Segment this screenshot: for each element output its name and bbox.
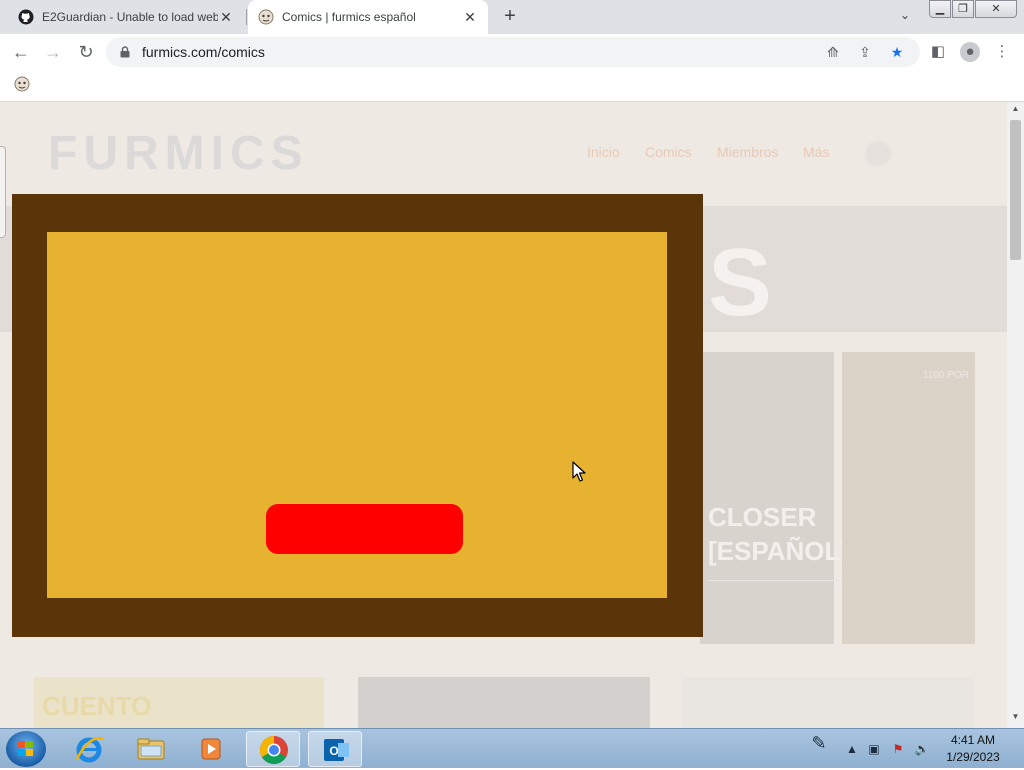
comic-card[interactable] bbox=[682, 677, 974, 728]
nav-link-comics[interactable]: Comics bbox=[645, 144, 692, 160]
nav-link-miembros[interactable]: Miembros bbox=[717, 144, 778, 160]
pen-input-icon[interactable]: ✎ bbox=[804, 734, 834, 761]
hero-title-fragment: S bbox=[708, 229, 773, 336]
user-avatar-icon[interactable] bbox=[864, 140, 892, 168]
taskbar-media-player[interactable] bbox=[184, 731, 238, 767]
mouse-cursor-icon bbox=[572, 461, 586, 482]
show-hidden-icons-icon[interactable]: ▲ bbox=[844, 741, 860, 757]
taskbar-internet-explorer[interactable] bbox=[62, 731, 116, 767]
translate-icon[interactable]: ⟰ bbox=[824, 43, 842, 61]
action-center-flag-icon[interactable]: ⚑ bbox=[890, 741, 906, 757]
back-arrow-icon[interactable]: ← bbox=[9, 40, 33, 64]
folder-icon bbox=[137, 738, 165, 760]
side-panel-icon[interactable]: ◧ bbox=[928, 42, 948, 62]
url-text[interactable]: furmics.com/comics bbox=[142, 44, 265, 60]
bookmarks-bar bbox=[0, 70, 1024, 102]
chrome-icon bbox=[260, 736, 288, 764]
vertical-scrollbar[interactable]: ▲ ▼ bbox=[1007, 102, 1024, 728]
volume-icon[interactable]: 🔈 bbox=[914, 741, 930, 757]
address-bar[interactable]: furmics.com/comics ⟰ ⇪ ★ bbox=[106, 37, 920, 67]
tab-e2guardian[interactable]: E2Guardian - Unable to load web ✕ bbox=[8, 0, 244, 34]
side-panel-handle[interactable] bbox=[0, 146, 6, 238]
github-icon bbox=[18, 9, 34, 25]
restore-button[interactable]: ❐ bbox=[952, 0, 974, 18]
comic-card-fox[interactable]: 1100 POR bbox=[842, 352, 975, 644]
page-viewport: FURMICS Inicio Comics Miembros Más S CLO… bbox=[0, 102, 1007, 728]
internet-explorer-icon bbox=[75, 737, 104, 763]
svg-text:O: O bbox=[329, 744, 338, 758]
reload-icon[interactable]: ↻ bbox=[74, 40, 98, 64]
minimize-button[interactable]: ▁ bbox=[929, 0, 951, 18]
tab-separator bbox=[246, 9, 247, 25]
tab-close-icon[interactable]: ✕ bbox=[218, 9, 234, 25]
clock-time[interactable]: 4:41 AM bbox=[936, 733, 1010, 747]
tab-comics-furmics[interactable]: Comics | furmics español ✕ bbox=[248, 0, 488, 34]
site-header: FURMICS Inicio Comics Miembros Más bbox=[0, 102, 1007, 206]
bookmark-furmics-favicon[interactable] bbox=[14, 76, 30, 92]
start-button[interactable] bbox=[6, 731, 46, 767]
comic-card-badge: 1100 POR bbox=[923, 370, 969, 381]
furmics-favicon bbox=[258, 9, 274, 25]
tab-title: Comics | furmics español bbox=[282, 10, 416, 24]
tab-title: E2Guardian - Unable to load web bbox=[42, 10, 218, 24]
nav-link-inicio[interactable]: Inicio bbox=[587, 144, 620, 160]
bookmark-star-icon[interactable]: ★ bbox=[888, 43, 906, 61]
outlook-icon: O bbox=[324, 739, 349, 761]
lock-icon[interactable] bbox=[120, 46, 130, 58]
forward-arrow-icon[interactable]: → bbox=[41, 40, 65, 64]
kebab-menu-icon[interactable]: ⋮ bbox=[992, 42, 1012, 62]
nav-link-mas[interactable]: Más bbox=[803, 144, 829, 160]
tab-close-icon[interactable]: ✕ bbox=[462, 9, 478, 25]
taskbar-chrome[interactable] bbox=[246, 731, 300, 767]
media-player-icon bbox=[201, 738, 221, 760]
site-logo[interactable]: FURMICS bbox=[48, 126, 309, 181]
scrollbar-thumb[interactable] bbox=[1010, 120, 1021, 260]
profile-avatar-icon[interactable]: ● bbox=[960, 42, 980, 62]
chevron-down-icon[interactable]: ⌄ bbox=[896, 8, 914, 26]
clock-date[interactable]: 1/29/2023 bbox=[936, 750, 1010, 764]
modal-action-button[interactable] bbox=[266, 504, 463, 554]
windows-logo-icon bbox=[18, 741, 33, 756]
network-icon[interactable]: ▣ bbox=[866, 741, 882, 757]
close-window-button[interactable]: ✕ bbox=[975, 0, 1017, 18]
scroll-down-arrow-icon[interactable]: ▼ bbox=[1007, 712, 1024, 724]
overlay-modal-panel bbox=[47, 232, 667, 598]
comic-card-cuento[interactable]: CUENTO bbox=[34, 677, 324, 728]
comic-card[interactable] bbox=[358, 677, 650, 728]
taskbar-file-explorer[interactable] bbox=[124, 731, 178, 767]
overlay-modal-frame bbox=[12, 194, 703, 637]
scroll-up-arrow-icon[interactable]: ▲ bbox=[1007, 104, 1024, 116]
windows-taskbar: O ✎ ▲ ▣ ⚑ 🔈 4:41 AM 1/29/2023 bbox=[0, 728, 1024, 768]
browser-toolbar: ← → ↻ furmics.com/comics ⟰ ⇪ ★ ◧ ● ⋮ bbox=[0, 34, 1024, 70]
tab-strip: E2Guardian - Unable to load web ✕ Comics… bbox=[0, 0, 1024, 34]
taskbar-outlook[interactable]: O bbox=[308, 731, 362, 767]
share-icon[interactable]: ⇪ bbox=[856, 43, 874, 61]
comic-card-closer[interactable]: CLOSER [ESPAÑOL]... bbox=[700, 352, 948, 644]
new-tab-button[interactable]: + bbox=[499, 5, 521, 29]
comic-card-title: CUENTO bbox=[42, 691, 152, 721]
